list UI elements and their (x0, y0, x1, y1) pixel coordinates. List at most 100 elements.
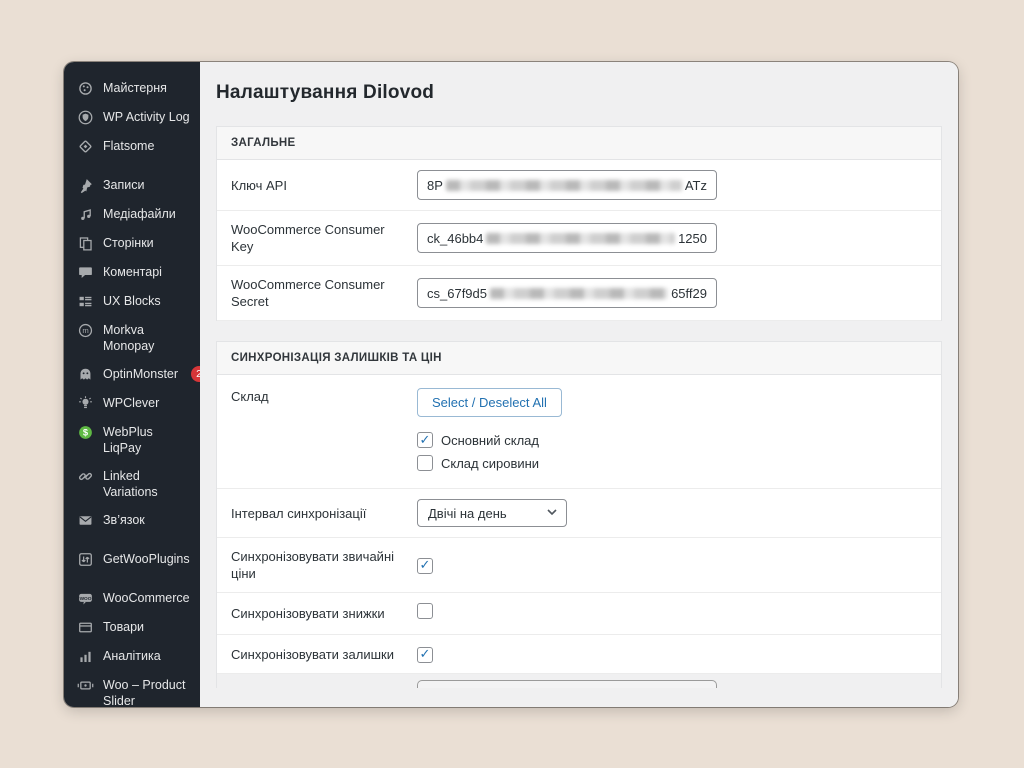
palette-icon (76, 79, 94, 97)
blurred-value (446, 180, 682, 191)
value-suffix: 65ff29 (671, 286, 707, 301)
slider-icon (76, 676, 94, 694)
api-key-control: 8P ATz (417, 170, 927, 200)
sync-interval-select[interactable]: Двічі на день (417, 499, 567, 527)
value-prefix: 8P (427, 178, 443, 193)
sync-regular-prices-checkbox[interactable] (417, 558, 433, 574)
sidebar-item-label: Сторінки (103, 235, 192, 251)
pushpin-icon (76, 176, 94, 194)
blurred-value (490, 288, 668, 299)
sidebar-item-woocommerce[interactable]: WOO WooCommerce (64, 584, 200, 613)
settings-page: Налаштування Dilovod ЗАГАЛЬНЕКлюч API8PA… (200, 62, 958, 707)
sidebar-item-getwooplugins[interactable]: GetWooPlugins (64, 545, 200, 574)
sidebar-item-label: Товари (103, 619, 192, 635)
sidebar-item-аналітика[interactable]: Аналітика (64, 642, 200, 671)
sync-discounts-checkbox[interactable] (417, 603, 433, 619)
warehouse-0-checkbox[interactable] (417, 432, 433, 448)
sidebar-menu: Майстерня WP Activity Log Flatsome Записи Ме… (64, 74, 200, 707)
consumer-key-input[interactable]: ck_46bb41250 (417, 223, 717, 253)
warehouse-options: Основний склад Склад сировини (417, 432, 927, 471)
desktop-background: Майстерня WP Activity Log Flatsome Записи Ме… (0, 0, 1024, 768)
sidebar-item-label: Linked Variations (103, 468, 192, 500)
option-label: Основний склад (441, 433, 539, 448)
warehouse-option-основний-склад[interactable]: Основний склад (417, 432, 927, 448)
sidebar-item-label: Woo – Product Slider (103, 677, 192, 707)
sync-discounts-control (417, 603, 927, 624)
shield-icon (76, 108, 94, 126)
sidebar-item-label: WP Activity Log (103, 109, 192, 125)
sidebar-item-linked-variations[interactable]: Linked Variations (64, 462, 200, 506)
sidebar-item-медіафайли[interactable]: Медіафайли (64, 200, 200, 229)
sidebar-item-записи[interactable]: Записи (64, 171, 200, 200)
sidebar-item-webplus-liqpay[interactable]: $WebPlus LiqPay (64, 418, 200, 462)
value-suffix: ATz (685, 178, 707, 193)
sidebar-item-коментарі[interactable]: Коментарі (64, 258, 200, 287)
sidebar-item-label: GetWooPlugins (103, 551, 192, 567)
form-row-sync-discounts: Синхронізовувати знижки (217, 593, 941, 635)
sidebar-item-woo-product-slider[interactable]: Woo – Product Slider (64, 671, 200, 707)
getwoo-icon (76, 550, 94, 568)
svg-text:$: $ (82, 427, 88, 437)
link-icon (76, 467, 94, 485)
sync-discounts-label: Синхронізовувати знижки (231, 605, 417, 622)
products-icon (76, 618, 94, 636)
consumer-secret-input[interactable]: cs_67f9d5 65ff29 (417, 278, 717, 308)
pages-icon (76, 234, 94, 252)
warehouse-1-checkbox[interactable] (417, 455, 433, 471)
sidebar-item-optinmonster[interactable]: OptinMonster 2 (64, 360, 200, 389)
sidebar-item-зв-язок[interactable]: Зв’язок (64, 506, 200, 535)
sync-stock-control (417, 645, 927, 663)
monopay-icon: m (76, 321, 94, 339)
section-title: СИНХРОНІЗАЦІЯ ЗАЛИШКІВ ТА ЦІН (217, 342, 941, 375)
select-deselect-all-button[interactable]: Select / Deselect All (417, 388, 562, 417)
media-icon (76, 205, 94, 223)
sidebar-item-label: Майстерня (103, 80, 192, 96)
form-row-sync-regular-prices: Синхронізовувати звичайні ціни (217, 538, 941, 593)
sidebar-item-label: Morkva Monopay (103, 322, 192, 354)
sidebar-item-сторінки[interactable]: Сторінки (64, 229, 200, 258)
consumer-secret-label: WooCommerce Consumer Secret (231, 276, 417, 310)
blocks-icon (76, 292, 94, 310)
sidebar-item-flatsome[interactable]: Flatsome (64, 132, 200, 161)
sidebar-item-майстерня[interactable]: Майстерня (64, 74, 200, 103)
consumer-key-label: WooCommerce Consumer Key (231, 221, 417, 255)
admin-window: Майстерня WP Activity Log Flatsome Записи Ме… (64, 62, 958, 707)
chart-icon (76, 647, 94, 665)
sidebar-item-ux-blocks[interactable]: UX Blocks (64, 287, 200, 316)
sync-regular-prices-label: Синхронізовувати звичайні ціни (231, 548, 417, 582)
clipped-field[interactable] (417, 680, 717, 688)
api-key-label: Ключ API (231, 177, 417, 194)
api-key-input[interactable]: 8P ATz (417, 170, 717, 200)
option-label: Склад сировини (441, 456, 539, 471)
blurred-value (486, 233, 675, 244)
admin-sidebar: Майстерня WP Activity Log Flatsome Записи Ме… (64, 62, 200, 707)
svg-text:WOO: WOO (79, 595, 91, 601)
settings-section: ЗАГАЛЬНЕКлюч API8PATzWooCommerce Consume… (216, 126, 942, 321)
value-prefix: ck_46bb4 (427, 231, 483, 246)
sidebar-item-label: Flatsome (103, 138, 192, 154)
notification-badge: 2 (191, 366, 200, 382)
sidebar-item-label: OptinMonster (103, 366, 178, 382)
sidebar-item-label: WooCommerce (103, 590, 192, 606)
sync-regular-prices-control (417, 556, 927, 574)
warehouse-control: Select / Deselect All Основний склад Склад… (417, 388, 927, 478)
settings-form: ЗАГАЛЬНЕКлюч API8PATzWooCommerce Consume… (216, 126, 942, 688)
sync-interval-control: Двічі на день (417, 499, 927, 527)
value-prefix: cs_67f9d5 (427, 286, 487, 301)
woo-icon: WOO (76, 589, 94, 607)
form-row-api-key: Ключ API 8P ATz (217, 160, 941, 211)
sync-interval-label: Інтервал синхронізації (231, 505, 417, 522)
sidebar-item-wp-activity-log[interactable]: WP Activity Log (64, 103, 200, 132)
form-row-consumer-key: WooCommerce Consumer Keyck_46bb41250 (217, 211, 941, 266)
sidebar-item-morkva-monopay[interactable]: m Morkva Monopay (64, 316, 200, 360)
sidebar-item-label: UX Blocks (103, 293, 192, 309)
page-title: Налаштування Dilovod (200, 62, 958, 104)
form-row-sync-interval: Інтервал синхронізаціїДвічі на день (217, 489, 941, 538)
warehouse-option-склад-сировини[interactable]: Склад сировини (417, 455, 927, 471)
sidebar-item-wpclever[interactable]: WPClever (64, 389, 200, 418)
sidebar-item-label: Медіафайли (103, 206, 192, 222)
svg-text:m: m (82, 326, 88, 335)
sidebar-item-товари[interactable]: Товари (64, 613, 200, 642)
sidebar-item-label: WPClever (103, 395, 192, 411)
sync-stock-checkbox[interactable] (417, 647, 433, 663)
